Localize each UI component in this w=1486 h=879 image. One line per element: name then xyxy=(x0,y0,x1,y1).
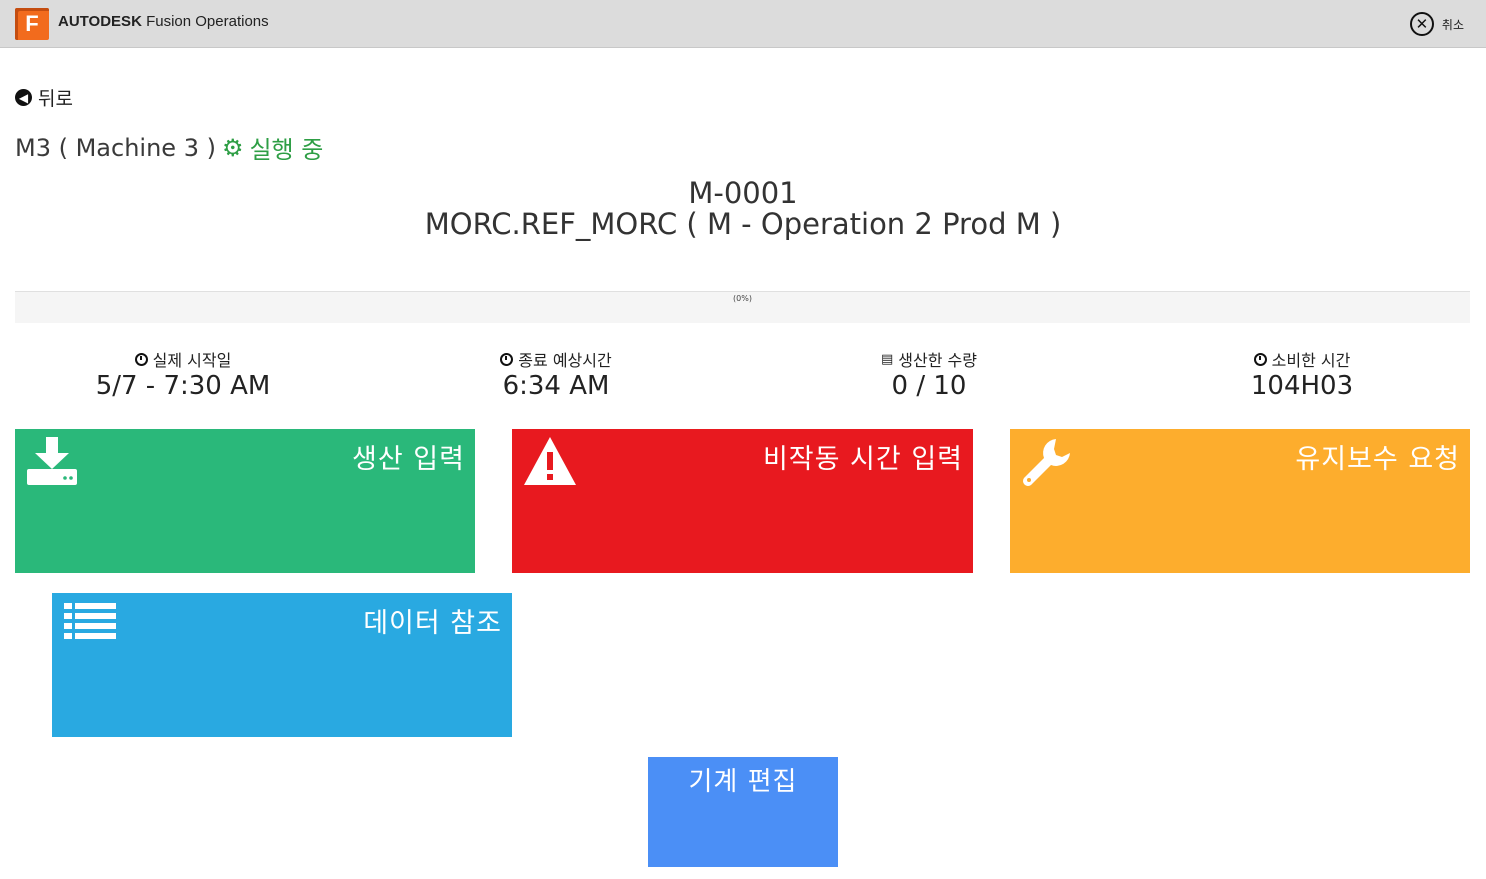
tile-title: 비작동 시간 입력 xyxy=(762,444,963,475)
close-icon: ✕ xyxy=(1409,12,1434,36)
clock-icon xyxy=(1253,352,1267,366)
tile-title: 유지보수 요청 xyxy=(1295,444,1460,475)
stat-value: 0 / 10 xyxy=(891,371,967,401)
stat-label: 종료 예상시간 xyxy=(518,351,612,370)
progress-label: (0%) xyxy=(733,294,752,303)
fusion-logo: F xyxy=(15,8,49,40)
tile-title: 데이터 참조 xyxy=(363,608,502,639)
stat-label: 생산한 수량 xyxy=(898,351,977,370)
back-button[interactable]: ◀ 뒤로 xyxy=(15,84,73,111)
stat-start-date: 실제 시작일 5/7 - 7:30 AM xyxy=(33,347,333,401)
stat-expected-end: 종료 예상시간 6:34 AM xyxy=(406,347,706,401)
status-text: 실행 중 xyxy=(249,136,324,164)
edit-machine-button[interactable]: 기계 편집 xyxy=(648,757,838,867)
warning-icon xyxy=(524,437,576,485)
order-id: M-0001 xyxy=(688,176,798,210)
progress-bar: (0%) xyxy=(15,291,1470,323)
tile-title: 기계 편집 xyxy=(688,767,798,797)
top-bar: F AUTODESK Fusion Operations ✕ 취소 xyxy=(0,0,1486,48)
machine-name: M3 ( Machine 3 ) xyxy=(15,133,216,162)
stat-value: 6:34 AM xyxy=(502,371,610,401)
stat-value: 5/7 - 7:30 AM xyxy=(95,371,271,401)
stat-produced-quantity: ▤ 생산한 수량 0 / 10 xyxy=(779,347,1079,401)
stat-value: 104H03 xyxy=(1250,371,1354,401)
gears-icon: ⚙ xyxy=(221,133,244,162)
wrench-icon xyxy=(1023,439,1070,486)
brand-name: AUTODESK Fusion Operations xyxy=(58,13,269,30)
downtime-entry-tile[interactable]: 비작동 시간 입력 xyxy=(512,429,973,573)
back-label: 뒤로 xyxy=(38,88,73,110)
machine-header: M3 ( Machine 3 ) ⚙ 실행 중 xyxy=(15,130,323,165)
back-arrow-icon: ◀ xyxy=(15,89,32,106)
cancel-label: 취소 xyxy=(1441,17,1464,32)
stat-label: 소비한 시간 xyxy=(1271,351,1351,370)
stack-icon: ▤ xyxy=(881,351,894,367)
stat-time-spent: 소비한 시간 104H03 xyxy=(1152,347,1452,401)
brand-bold: AUTODESK xyxy=(58,13,142,30)
stat-label: 실제 시작일 xyxy=(152,351,232,370)
list-icon xyxy=(64,603,116,639)
cancel-button[interactable]: ✕ 취소 xyxy=(1409,12,1464,36)
production-entry-tile[interactable]: 생산 입력 xyxy=(15,429,475,573)
maintenance-request-tile[interactable]: 유지보수 요청 xyxy=(1010,429,1470,573)
tile-title: 생산 입력 xyxy=(352,444,465,475)
clock-icon xyxy=(134,352,148,366)
machine-status: ⚙ 실행 중 xyxy=(222,130,323,165)
clock-icon xyxy=(500,352,514,366)
data-reference-tile[interactable]: 데이터 참조 xyxy=(52,593,512,737)
download-icon xyxy=(27,437,77,485)
brand-product: Fusion Operations xyxy=(146,13,269,30)
order-description: MORC.REF_MORC ( M - Operation 2 Prod M ) xyxy=(424,207,1062,241)
